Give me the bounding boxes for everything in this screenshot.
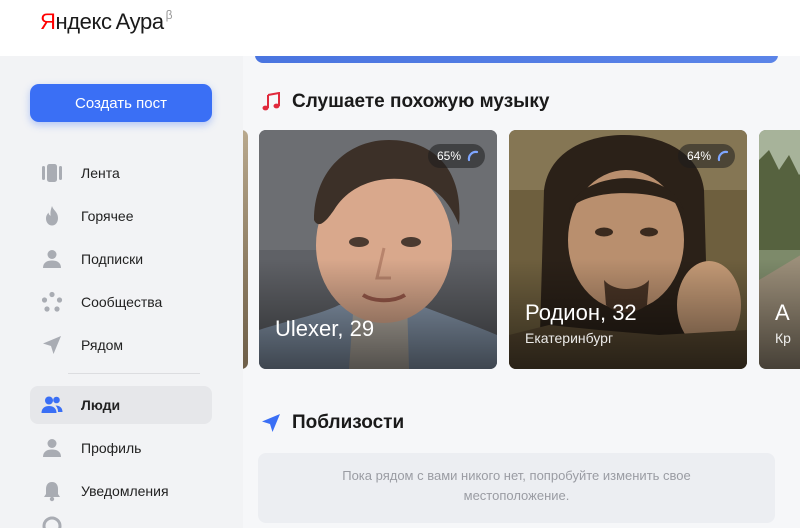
logo-ya: Я <box>40 9 56 34</box>
sidebar-item-label: Сообщества <box>81 294 163 310</box>
music-section-title: Слушаете похожую музыку <box>260 91 549 113</box>
main-content: Слушаете похожую музыку 65% Ulexer, 29 6… <box>243 56 800 528</box>
section-title-text: Слушаете похожую музыку <box>292 91 550 112</box>
nearby-empty-message: Пока рядом с вами никого нет, попробуйте… <box>258 453 775 523</box>
card-shade <box>259 259 497 369</box>
user-card-previous[interactable] <box>243 130 248 369</box>
user-name-age: А <box>775 300 790 325</box>
app-header: Яндекс Аура β <box>0 0 800 56</box>
user-card[interactable]: 64% Родион, 32 Екатеринбург <box>509 130 747 369</box>
user-photo <box>243 130 248 369</box>
sidebar-item-label: Профиль <box>81 440 142 456</box>
match-percent: 65% <box>436 149 461 163</box>
sidebar-item-communities[interactable]: Сообщества <box>30 283 212 321</box>
sidebar-item-hot[interactable]: Горячее <box>30 197 212 235</box>
sidebar-item-more[interactable] <box>30 515 212 528</box>
beta-mark: β <box>165 8 173 22</box>
sidebar-divider <box>68 373 200 374</box>
user-card-next[interactable]: А Кр <box>759 130 800 369</box>
top-banner[interactable] <box>255 56 778 63</box>
user-card[interactable]: 65% Ulexer, 29 <box>259 130 497 369</box>
people-icon <box>41 394 63 416</box>
communities-icon <box>41 291 63 313</box>
sidebar-item-label: Рядом <box>81 337 124 353</box>
match-percent: 64% <box>686 149 711 163</box>
user-icon <box>41 248 63 270</box>
sidebar-item-label: Лента <box>81 165 120 181</box>
match-badge: 64% <box>677 144 735 168</box>
sidebar-item-label: Люди <box>81 397 121 413</box>
sidebar-item-label: Уведомления <box>81 483 169 499</box>
sidebar-item-subscriptions[interactable]: Подписки <box>30 240 212 278</box>
feed-icon <box>41 162 63 184</box>
sidebar: Создать пост Лента Горячее Подписки Сооб… <box>0 56 243 528</box>
logo-aura: Аура <box>115 9 164 34</box>
nearby-section-title: Поблизости <box>260 412 404 434</box>
fire-icon <box>41 205 63 227</box>
match-badge: 65% <box>427 144 485 168</box>
create-post-button[interactable]: Создать пост <box>30 84 212 122</box>
profile-icon <box>41 437 63 459</box>
location-arrow-icon <box>260 412 282 434</box>
match-arc-icon <box>717 150 729 162</box>
settings-icon <box>41 515 63 528</box>
logo-yandex: ндекс <box>55 9 113 34</box>
location-arrow-icon <box>41 334 63 356</box>
sidebar-item-people[interactable]: Люди <box>30 386 212 424</box>
section-title-text: Поблизости <box>292 412 405 433</box>
sidebar-item-profile[interactable]: Профиль <box>30 429 212 467</box>
yandex-aura-logo[interactable]: Яндекс Аура β <box>40 8 173 35</box>
user-name-age: Родион, 32 <box>525 300 637 325</box>
music-note-icon <box>260 91 282 113</box>
bell-icon <box>41 480 63 502</box>
sidebar-item-nearby[interactable]: Рядом <box>30 326 212 364</box>
user-name-age: Ulexer, 29 <box>275 316 375 341</box>
sidebar-item-notifications[interactable]: Уведомления <box>30 472 212 510</box>
sidebar-item-label: Подписки <box>81 251 144 267</box>
sidebar-item-feed[interactable]: Лента <box>30 154 212 192</box>
sidebar-item-label: Горячее <box>81 208 134 224</box>
match-arc-icon <box>467 150 479 162</box>
user-city: Кр <box>775 330 791 346</box>
user-city: Екатеринбург <box>525 330 614 346</box>
